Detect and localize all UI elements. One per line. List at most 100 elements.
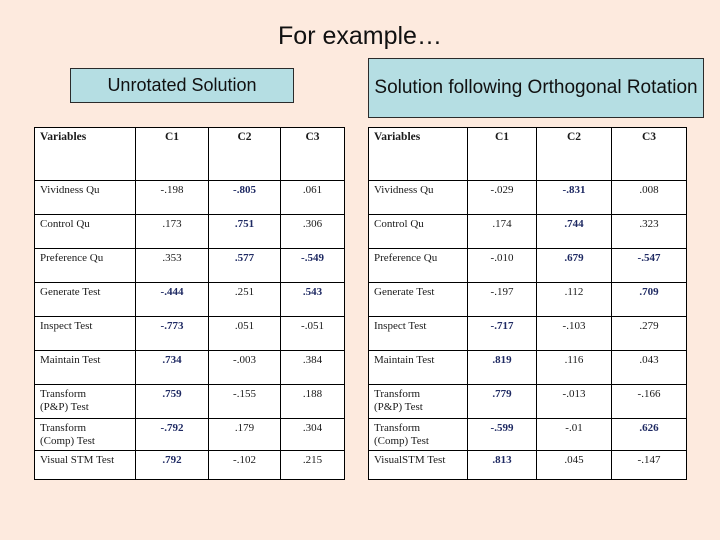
cell-loading-c3: .215 xyxy=(280,450,345,481)
cell-loading-c3: -.547 xyxy=(611,248,687,283)
cell-loading-c1: .792 xyxy=(135,450,209,481)
cell-loading-c2: -.01 xyxy=(536,417,612,452)
table-body: Vividness Qu -.029 -.831.008 Control Qu .174… xyxy=(368,180,687,481)
table-row: Transform (Comp) Test -.599 -.01.626 xyxy=(368,417,687,452)
cell-loading-c2: .751 xyxy=(208,214,281,249)
cell-loading-c3: .384 xyxy=(280,350,345,385)
table-row: Generate Test -.444.251.543 xyxy=(34,282,345,317)
cell-loading-c2: .679 xyxy=(536,248,612,283)
cell-loading-c3: -.549 xyxy=(280,248,345,283)
cell-variable-name: Transform (P&P) Test xyxy=(368,384,468,419)
cell-loading-c2: -.831 xyxy=(536,180,612,215)
column-header-c3: C3 xyxy=(611,127,687,181)
cell-loading-c3: .306 xyxy=(280,214,345,249)
column-header-c2: C2 xyxy=(208,127,281,181)
table-row: VisualSTM Test .813.045 -.147 xyxy=(368,450,687,481)
cell-variable-name: Vividness Qu xyxy=(34,180,136,215)
cell-loading-c1: .174 xyxy=(467,214,537,249)
cell-loading-c2: .116 xyxy=(536,350,612,385)
cell-loading-c3: .279 xyxy=(611,316,687,351)
table-row: Transform (P&P) Test .759 -.155.188 xyxy=(34,384,345,419)
slide: For example… Unrotated Solution Solution… xyxy=(0,0,720,540)
table-body: Vividness Qu -.198 -.805.061 Control Qu .173… xyxy=(34,180,345,481)
page-title: For example… xyxy=(278,22,442,50)
cell-loading-c3: .323 xyxy=(611,214,687,249)
unrotated-solution-table: Variables C1 C2 C3 Vividness Qu -.198 -.80… xyxy=(34,127,345,481)
cell-loading-c3: .188 xyxy=(280,384,345,419)
cell-loading-c1: .779 xyxy=(467,384,537,419)
cell-variable-name: Control Qu xyxy=(368,214,468,249)
cell-variable-name: Vividness Qu xyxy=(368,180,468,215)
cell-loading-c3: .043 xyxy=(611,350,687,385)
cell-loading-c2: .045 xyxy=(536,450,612,481)
cell-loading-c2: -.013 xyxy=(536,384,612,419)
cell-loading-c2: .251 xyxy=(208,282,281,317)
cell-loading-c2: -.805 xyxy=(208,180,281,215)
cell-loading-c2: .744 xyxy=(536,214,612,249)
column-header-c3: C3 xyxy=(280,127,345,181)
cell-loading-c2: -.102 xyxy=(208,450,281,481)
cell-loading-c1: .819 xyxy=(467,350,537,385)
cell-loading-c3: -.147 xyxy=(611,450,687,481)
cell-loading-c3: -.051 xyxy=(280,316,345,351)
table-row: Transform (Comp) Test -.792.179.304 xyxy=(34,417,345,452)
cell-loading-c1: -.599 xyxy=(467,417,537,452)
table-row: Inspect Test -.773.051 -.051 xyxy=(34,316,345,351)
cell-loading-c1: -.029 xyxy=(467,180,537,215)
cell-loading-c3: .304 xyxy=(280,417,345,452)
cell-loading-c1: .173 xyxy=(135,214,209,249)
cell-loading-c3: -.166 xyxy=(611,384,687,419)
table-header-row: Variables C1 C2 C3 xyxy=(368,127,687,181)
table-row: Generate Test -.197.112.709 xyxy=(368,282,687,317)
cell-loading-c2: -.003 xyxy=(208,350,281,385)
cell-variable-name: Control Qu xyxy=(34,214,136,249)
table-row: Preference Qu -.010.679 -.547 xyxy=(368,248,687,283)
cell-loading-c1: -.198 xyxy=(135,180,209,215)
column-header-c1: C1 xyxy=(467,127,537,181)
table-row: Inspect Test -.717 -.103.279 xyxy=(368,316,687,351)
cell-loading-c2: -.155 xyxy=(208,384,281,419)
cell-loading-c1: -.197 xyxy=(467,282,537,317)
cell-loading-c3: .626 xyxy=(611,417,687,452)
cell-loading-c3: .543 xyxy=(280,282,345,317)
cell-loading-c1: .813 xyxy=(467,450,537,481)
cell-loading-c3: .709 xyxy=(611,282,687,317)
cell-variable-name: Inspect Test xyxy=(368,316,468,351)
cell-loading-c3: .061 xyxy=(280,180,345,215)
table-row: Maintain Test .734 -.003.384 xyxy=(34,350,345,385)
cell-loading-c1: .759 xyxy=(135,384,209,419)
cell-loading-c1: .734 xyxy=(135,350,209,385)
cell-loading-c1: -.444 xyxy=(135,282,209,317)
cell-loading-c1: -.717 xyxy=(467,316,537,351)
cell-loading-c2: .179 xyxy=(208,417,281,452)
cell-variable-name: Preference Qu xyxy=(368,248,468,283)
cell-variable-name: Transform (Comp) Test xyxy=(34,417,136,452)
cell-variable-name: Generate Test xyxy=(368,282,468,317)
table-header: Variables C1 C2 C3 xyxy=(368,127,687,181)
table-row: Maintain Test .819.116.043 xyxy=(368,350,687,385)
cell-variable-name: Preference Qu xyxy=(34,248,136,283)
cell-loading-c2: .112 xyxy=(536,282,612,317)
caption-unrotated-solution: Unrotated Solution xyxy=(70,68,294,103)
column-header-variables: Variables xyxy=(368,127,468,181)
cell-variable-name: Visual STM Test xyxy=(34,450,136,481)
cell-variable-name: Maintain Test xyxy=(368,350,468,385)
table-row: Control Qu .174.744.323 xyxy=(368,214,687,249)
rotated-solution-table: Variables C1 C2 C3 Vividness Qu -.029 -.83… xyxy=(368,127,687,481)
column-header-c2: C2 xyxy=(536,127,612,181)
cell-loading-c1: -.792 xyxy=(135,417,209,452)
table-row: Vividness Qu -.029 -.831.008 xyxy=(368,180,687,215)
table-row: Visual STM Test .792 -.102.215 xyxy=(34,450,345,481)
cell-loading-c2: .577 xyxy=(208,248,281,283)
cell-variable-name: VisualSTM Test xyxy=(368,450,468,481)
table-row: Control Qu .173.751.306 xyxy=(34,214,345,249)
cell-loading-c1: -.010 xyxy=(467,248,537,283)
cell-variable-name: Transform (Comp) Test xyxy=(368,417,468,452)
cell-variable-name: Maintain Test xyxy=(34,350,136,385)
cell-variable-name: Transform (P&P) Test xyxy=(34,384,136,419)
cell-loading-c1: .353 xyxy=(135,248,209,283)
cell-loading-c3: .008 xyxy=(611,180,687,215)
cell-loading-c2: -.103 xyxy=(536,316,612,351)
table-row: Preference Qu .353.577 -.549 xyxy=(34,248,345,283)
cell-loading-c2: .051 xyxy=(208,316,281,351)
